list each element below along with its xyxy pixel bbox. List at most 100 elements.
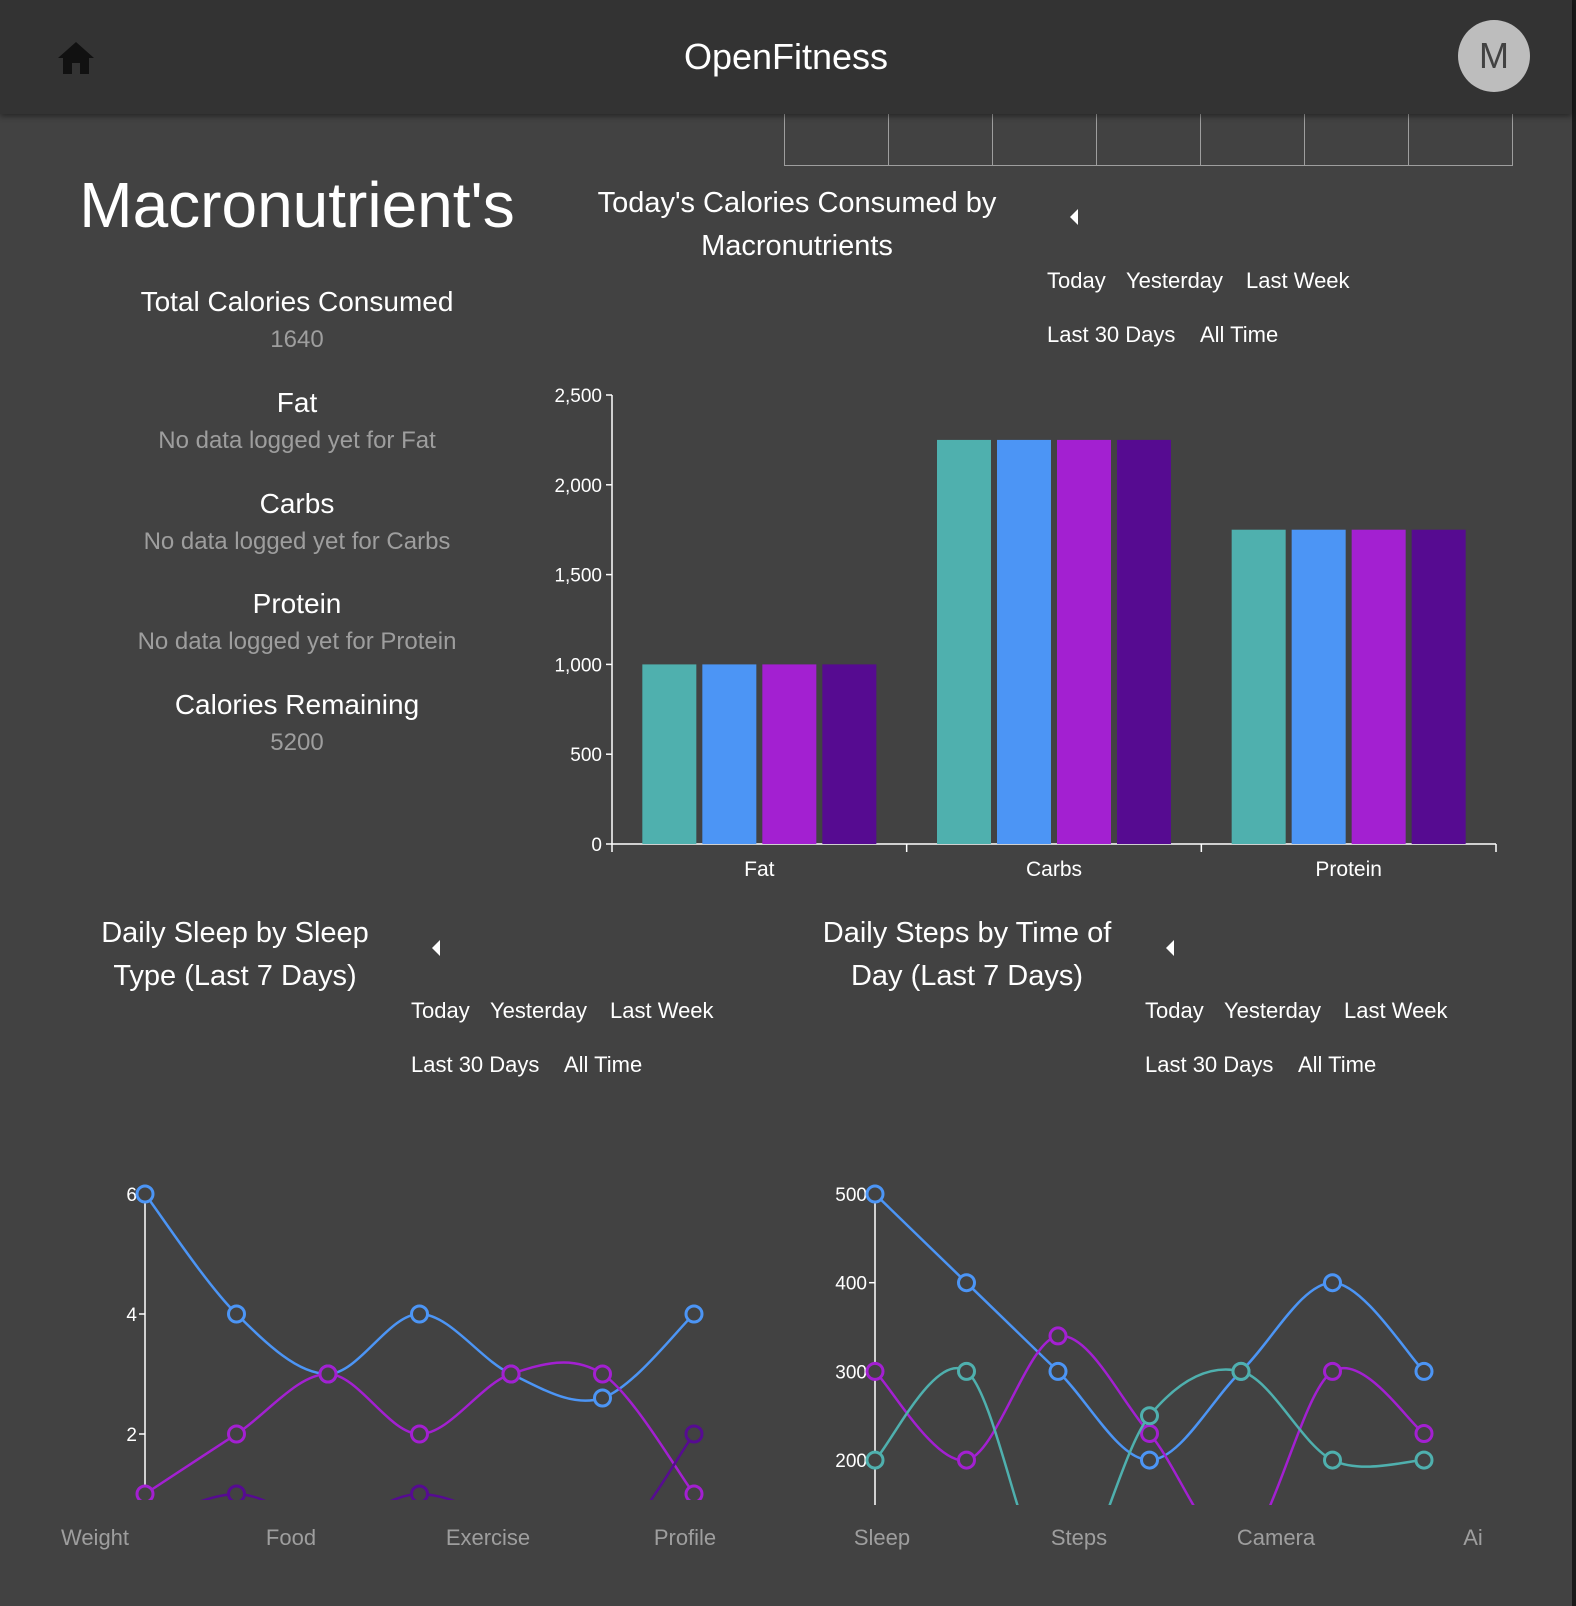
stat-value: 1640 (270, 326, 324, 353)
stat-value: No data logged yet for Protein (137, 628, 457, 655)
data-point (1414, 1450, 1434, 1470)
macros-heading: Macronutrient's (79, 169, 515, 241)
bar (1231, 529, 1286, 844)
data-point (957, 1450, 976, 1470)
y-tick-label: 1,000 (554, 655, 602, 676)
data-point (1140, 1450, 1159, 1470)
data-point (684, 1424, 704, 1444)
data-point (865, 1450, 885, 1470)
filter-today[interactable]: Today (1145, 998, 1204, 1024)
stat-label: Carbs (259, 488, 335, 519)
nav-exercise[interactable]: Exercise (413, 1525, 563, 1551)
filter-all-time[interactable]: All Time (1298, 1052, 1376, 1078)
nav-profile[interactable]: Profile (610, 1525, 760, 1551)
title-line: Daily Steps by Time of (822, 917, 1112, 949)
data-point (227, 1484, 246, 1500)
calories-chart-title: Today's Calories Consumed by Macronutrie… (580, 182, 1014, 268)
stat-carbs: Carbs No data logged yet for Carbs (0, 488, 594, 556)
data-point (684, 1304, 704, 1324)
x-tick-label: Carbs (1026, 858, 1082, 881)
data-point (410, 1484, 429, 1500)
bar (1351, 529, 1406, 844)
x-tick-label: Fat (744, 858, 775, 881)
y-tick-label: 400 (835, 1274, 867, 1295)
y-tick-label: 300 (835, 1362, 867, 1383)
y-tick-label: 6 (126, 1185, 137, 1206)
data-point (1414, 1361, 1434, 1381)
title-line: Day (Last 7 Days) (850, 960, 1084, 992)
bar (1411, 529, 1466, 844)
stat-label: Protein (252, 588, 342, 619)
filter-yesterday[interactable]: Yesterday (490, 998, 587, 1024)
calories-bar-chart: 0 500 1,000 1,500 2,000 2,500 Fat Carbs Protein (554, 386, 1497, 881)
y-tick-label: 200 (835, 1451, 867, 1472)
nav-food[interactable]: Food (216, 1525, 366, 1551)
stat-protein: Protein No data logged yet for Protein (0, 588, 594, 656)
filter-last-week[interactable]: Last Week (1344, 998, 1448, 1024)
y-tick-label: 500 (570, 745, 602, 766)
x-tick-label: Protein (1315, 858, 1382, 881)
avatar[interactable]: M (1458, 20, 1530, 92)
nav-camera[interactable]: Camera (1201, 1525, 1351, 1551)
filter-all-time[interactable]: All Time (564, 1052, 642, 1078)
data-point (865, 1184, 885, 1204)
y-tick-label: 2,000 (554, 476, 602, 497)
nav-steps[interactable]: Steps (1004, 1525, 1154, 1551)
caret-left-icon (1070, 209, 1078, 225)
filter-yesterday[interactable]: Yesterday (1126, 268, 1223, 294)
y-tick-label: 2 (126, 1425, 137, 1446)
filter-last-30-days[interactable]: Last 30 Days (1047, 322, 1175, 348)
y-tick-label: 0 (591, 835, 602, 856)
bar (642, 664, 697, 844)
stat-calories-remaining: Calories Remaining 5200 (0, 689, 594, 757)
data-point (865, 1361, 885, 1381)
filter-last-week[interactable]: Last Week (1246, 268, 1350, 294)
filter-today[interactable]: Today (411, 998, 470, 1024)
data-point (501, 1364, 521, 1384)
data-point (957, 1361, 976, 1381)
app-bar: OpenFitness M (0, 0, 1572, 114)
nav-ai[interactable]: Ai (1398, 1525, 1548, 1551)
steps-range-toggle[interactable] (1158, 936, 1182, 960)
sleep-range-toggle[interactable] (424, 936, 448, 960)
caret-left-icon (432, 940, 440, 956)
y-tick-label: 1,500 (554, 566, 602, 587)
filter-last-week[interactable]: Last Week (610, 998, 714, 1024)
data-point (227, 1424, 246, 1444)
data-point (1414, 1423, 1434, 1443)
y-tick-label: 2,500 (554, 386, 602, 407)
bar (762, 664, 817, 844)
steps-line-chart: 200 300 400 500 (835, 1184, 1434, 1506)
data-point (1048, 1361, 1068, 1381)
data-point (1323, 1273, 1342, 1293)
app-title: OpenFitness (683, 36, 889, 77)
bar (997, 439, 1051, 844)
data-point (135, 1184, 155, 1204)
data-point (318, 1364, 338, 1384)
stat-fat: Fat No data logged yet for Fat (0, 387, 594, 455)
table-remnant (784, 112, 1513, 166)
title-line: Macronutrients (701, 230, 893, 262)
stat-total-calories: Total Calories Consumed 1640 (0, 286, 594, 354)
calories-range-toggle[interactable] (1062, 205, 1086, 229)
data-point (1323, 1450, 1342, 1470)
data-point (1140, 1423, 1159, 1443)
sleep-chart-title: Daily Sleep by Sleep Type (Last 7 Days) (84, 912, 386, 998)
filter-all-time[interactable]: All Time (1200, 322, 1278, 348)
window-edge (1572, 0, 1576, 1606)
stat-value: 5200 (270, 729, 324, 756)
caret-left-icon (1166, 940, 1174, 956)
data-point (410, 1304, 429, 1324)
nav-sleep[interactable]: Sleep (807, 1525, 957, 1551)
filter-yesterday[interactable]: Yesterday (1224, 998, 1321, 1024)
filter-last-30-days[interactable]: Last 30 Days (1145, 1052, 1273, 1078)
filter-today[interactable]: Today (1047, 268, 1106, 294)
y-tick-label: 4 (126, 1305, 137, 1326)
stat-label: Total Calories Consumed (140, 286, 454, 317)
nav-weight[interactable]: Weight (20, 1525, 170, 1551)
data-point (1048, 1326, 1068, 1346)
title-line: Daily Sleep by Sleep (101, 917, 369, 949)
data-point (1231, 1361, 1251, 1381)
data-point (1323, 1361, 1342, 1381)
filter-last-30-days[interactable]: Last 30 Days (411, 1052, 539, 1078)
